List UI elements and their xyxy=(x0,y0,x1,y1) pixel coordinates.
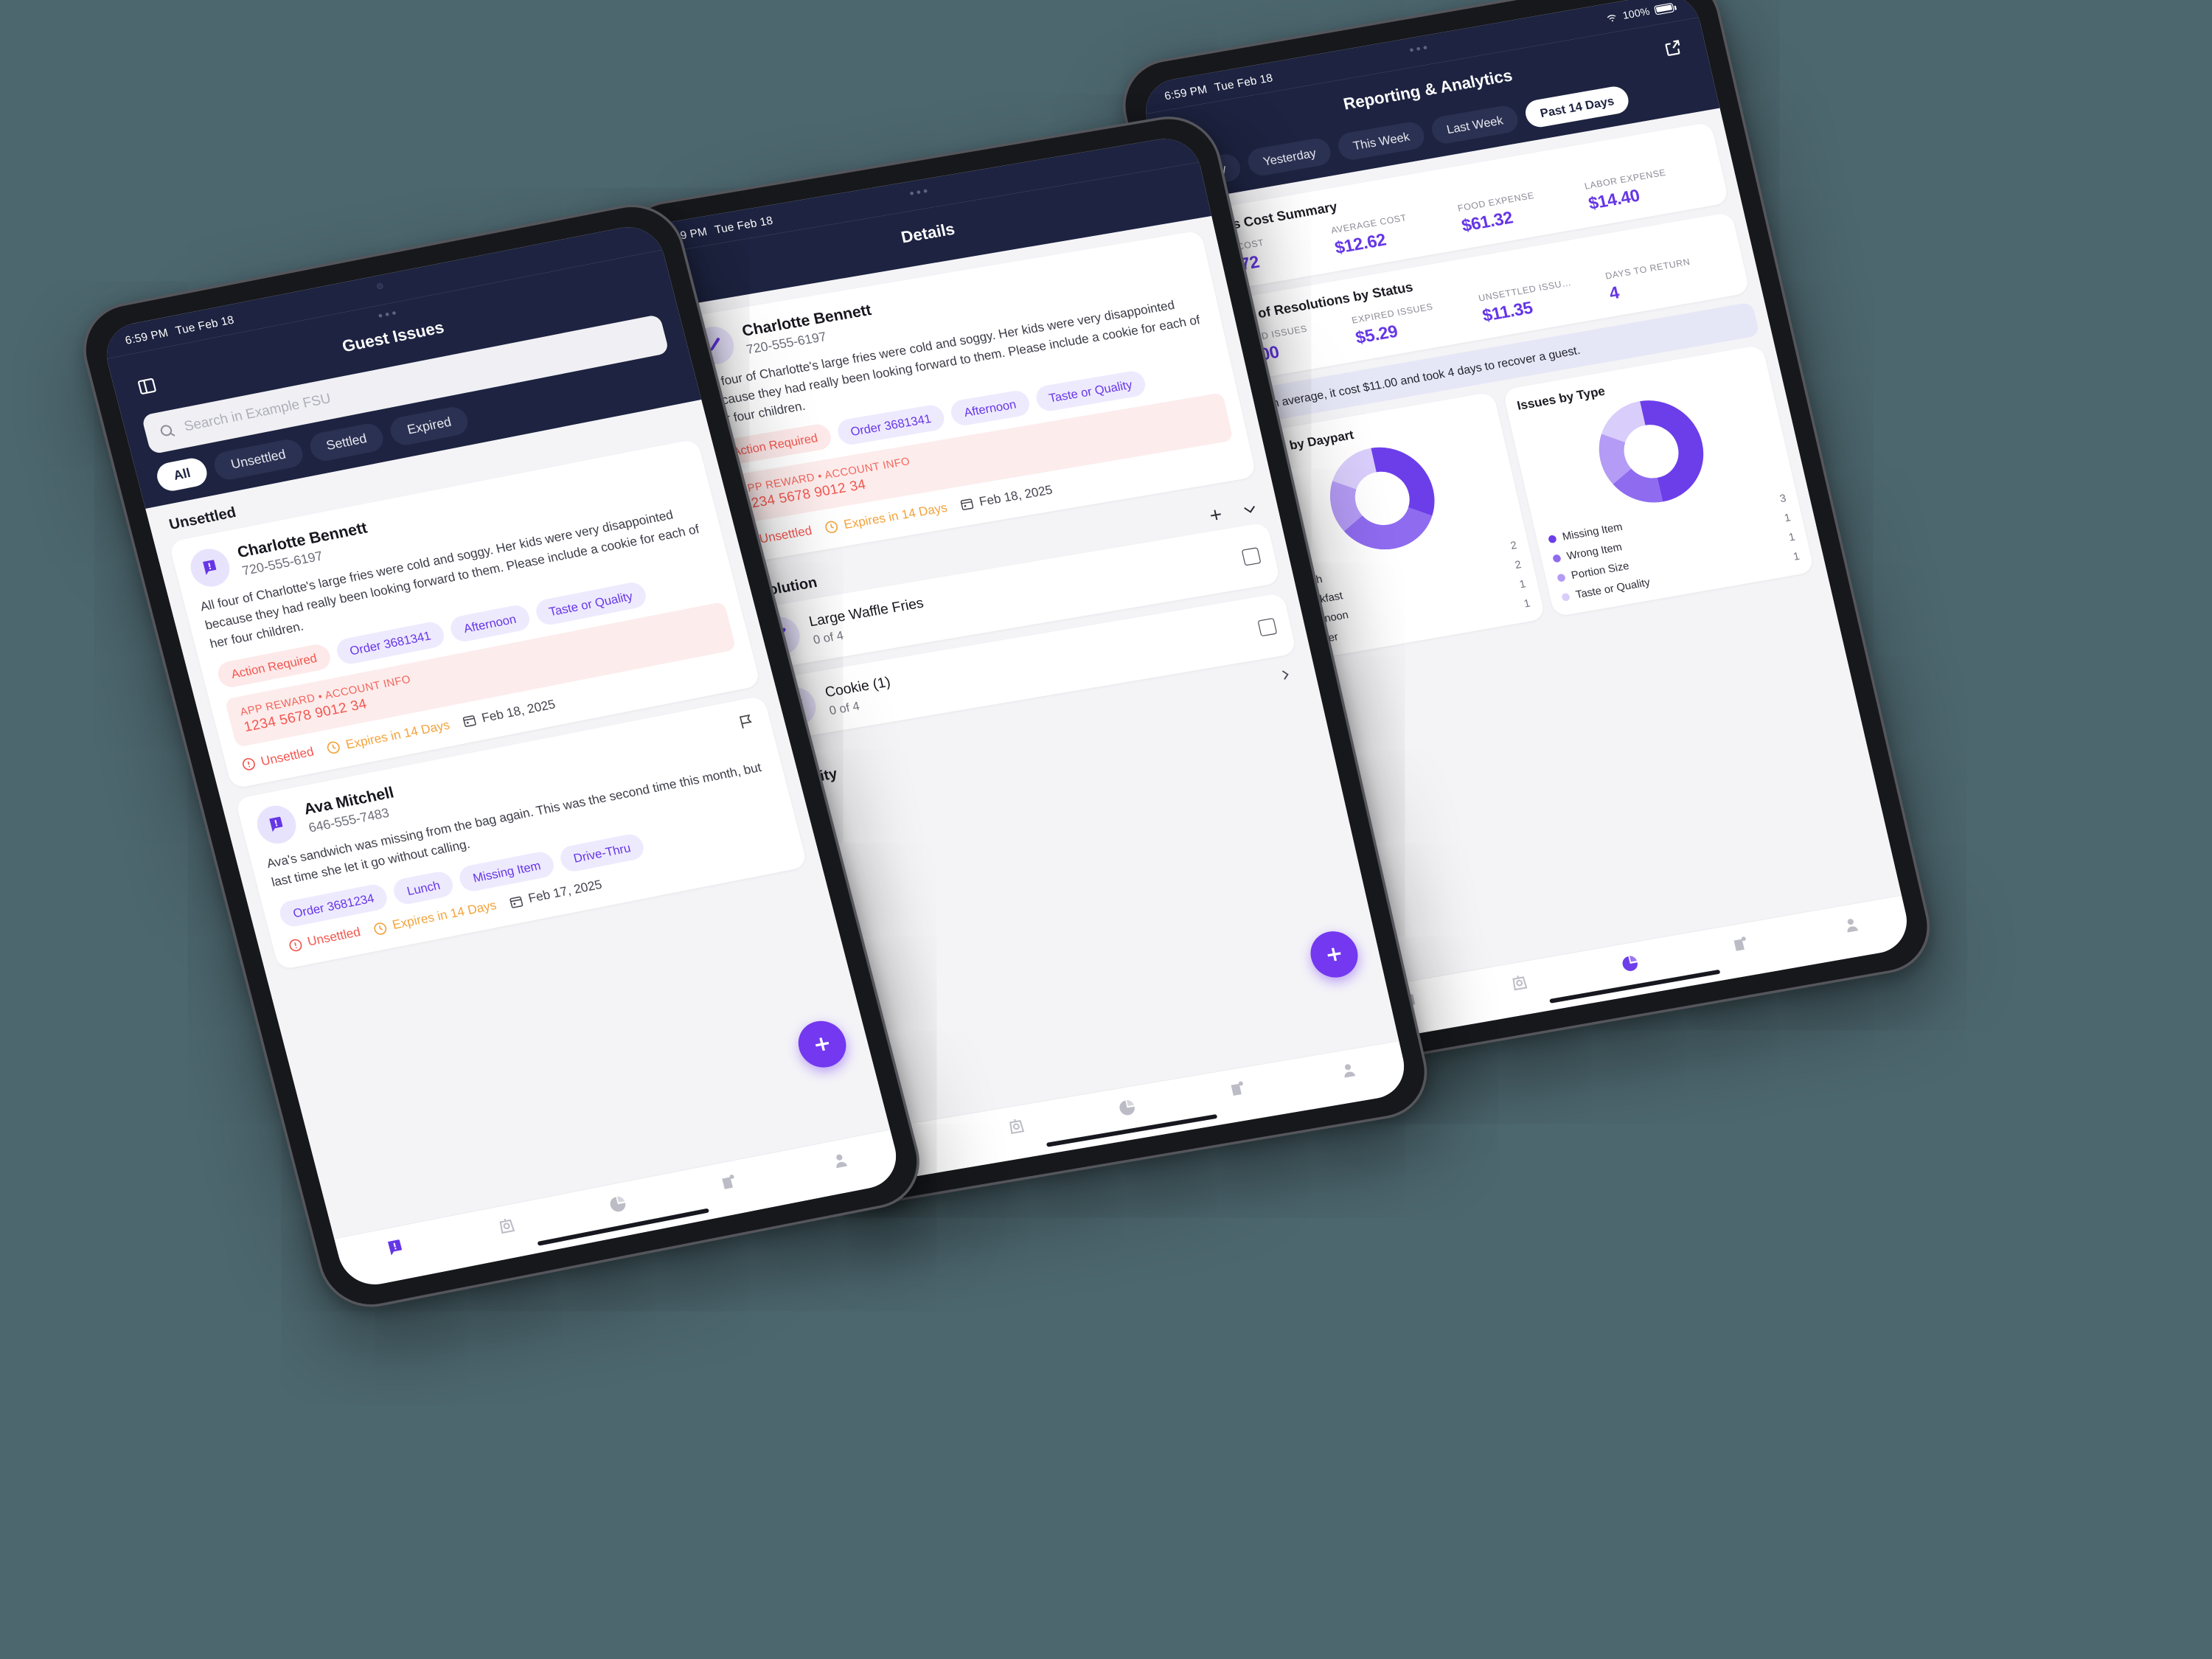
period-chip-past-14-days[interactable]: Past 14 Days xyxy=(1523,84,1632,130)
add-issue-fab[interactable] xyxy=(793,1017,852,1072)
scale-icon xyxy=(1512,975,1527,990)
person-icon xyxy=(1343,1063,1355,1078)
status-badge: Unsettled xyxy=(286,925,362,954)
avatar xyxy=(186,545,234,591)
tab-scale[interactable] xyxy=(1507,971,1532,998)
scale-icon xyxy=(498,1218,515,1234)
status-time: 6:59 PM xyxy=(123,325,170,347)
legend-swatch xyxy=(1551,553,1562,563)
chip-daypart[interactable]: Lunch xyxy=(391,869,456,906)
tab-issues[interactable] xyxy=(383,1236,408,1263)
alert-circle-icon xyxy=(243,758,255,771)
scale-icon xyxy=(1009,1119,1024,1134)
tab-analytics[interactable] xyxy=(1618,952,1643,979)
chevron-right-icon xyxy=(1281,670,1289,681)
chip-order[interactable]: Order 3681341 xyxy=(835,403,947,447)
period-chip-last-week[interactable]: Last Week xyxy=(1429,103,1521,146)
pie-chart-icon xyxy=(1119,1099,1135,1115)
receipt-icon xyxy=(1733,936,1746,951)
tab-scale[interactable] xyxy=(494,1214,520,1242)
camera-dot xyxy=(376,282,384,290)
tab-receipts[interactable] xyxy=(716,1170,742,1197)
filter-chip-all[interactable]: All xyxy=(153,456,210,493)
chip-type[interactable]: Missing Item xyxy=(456,849,557,894)
receipt-icon xyxy=(721,1174,734,1189)
chevron-down-icon[interactable] xyxy=(1239,499,1260,519)
status-badge: Unsettled xyxy=(240,745,316,773)
clock-icon xyxy=(327,741,341,754)
chip-daypart[interactable]: Afternoon xyxy=(448,603,532,644)
chip-daypart[interactable]: Afternoon xyxy=(948,389,1032,428)
tab-profile[interactable] xyxy=(827,1149,853,1176)
person-icon xyxy=(835,1154,847,1168)
calendar-icon xyxy=(463,715,476,728)
battery-percent: 100% xyxy=(1621,4,1652,22)
wifi-icon xyxy=(1607,14,1615,21)
flag-button[interactable] xyxy=(737,712,758,736)
tab-profile[interactable] xyxy=(1839,914,1864,941)
date-badge: Feb 18, 2025 xyxy=(959,483,1054,513)
clock-icon xyxy=(374,922,387,935)
tab-profile[interactable] xyxy=(1336,1059,1361,1085)
period-chip-yesterday[interactable]: Yesterday xyxy=(1245,136,1334,178)
flag-icon xyxy=(739,714,752,729)
issue-flag-icon xyxy=(203,560,217,575)
donut-chart-daypart xyxy=(1329,447,1435,550)
chip-channel[interactable]: Drive-Thru xyxy=(557,832,647,874)
tab-scale[interactable] xyxy=(1004,1115,1029,1141)
legend-swatch xyxy=(1547,534,1557,543)
filter-chip-unsettled[interactable]: Unsettled xyxy=(211,437,306,482)
search-icon xyxy=(160,425,175,437)
calendar-icon xyxy=(509,896,524,908)
legend-swatch xyxy=(1556,573,1566,582)
alert-circle-icon xyxy=(289,939,302,951)
status-date: Tue Feb 18 xyxy=(713,213,774,236)
export-button[interactable] xyxy=(1658,33,1689,63)
tab-analytics[interactable] xyxy=(1115,1096,1140,1123)
status-time: 6:59 PM xyxy=(1163,82,1208,102)
date-badge: Feb 18, 2025 xyxy=(461,697,557,729)
receipt-icon xyxy=(1230,1081,1243,1096)
filter-chip-settled[interactable]: Settled xyxy=(306,421,386,464)
status-date: Tue Feb 18 xyxy=(173,312,236,337)
status-date: Tue Feb 18 xyxy=(1213,70,1274,94)
period-chip-this-week[interactable]: This Week xyxy=(1335,119,1427,162)
pie-chart-icon xyxy=(1621,955,1638,971)
person-icon xyxy=(1846,918,1858,933)
resolution-checkbox[interactable] xyxy=(1241,546,1262,566)
chip-type[interactable]: Taste or Quality xyxy=(1033,369,1148,414)
issue-flag-icon xyxy=(269,817,283,832)
tab-receipts[interactable] xyxy=(1728,933,1753,960)
add-activity-fab[interactable] xyxy=(1306,928,1363,981)
battery-icon xyxy=(1653,2,1675,15)
tab-receipts[interactable] xyxy=(1225,1077,1251,1104)
date-badge: Feb 17, 2025 xyxy=(507,878,604,911)
resolution-checkbox[interactable] xyxy=(1257,617,1278,637)
legend-swatch xyxy=(1560,592,1571,602)
plus-icon xyxy=(1327,947,1341,961)
drag-handle-dots xyxy=(909,189,928,195)
plus-icon xyxy=(815,1037,830,1051)
chart-issues-by-type: Issues by Type Missing Item 3 Wrong Item 1… xyxy=(1502,344,1815,617)
chip-order[interactable]: Order 3681234 xyxy=(276,882,390,929)
calendar-icon xyxy=(960,498,974,511)
avatar xyxy=(253,802,301,847)
pie-chart-icon xyxy=(609,1196,625,1211)
filter-chip-expired[interactable]: Expired xyxy=(387,404,471,448)
tab-analytics[interactable] xyxy=(605,1192,630,1220)
external-link-icon xyxy=(1665,40,1680,56)
donut-chart-type xyxy=(1599,400,1704,503)
issues-flag-icon xyxy=(387,1239,402,1256)
add-resolution-icon[interactable] xyxy=(1206,505,1226,525)
clock-icon xyxy=(825,521,838,534)
drag-handle-dots xyxy=(1409,45,1427,52)
